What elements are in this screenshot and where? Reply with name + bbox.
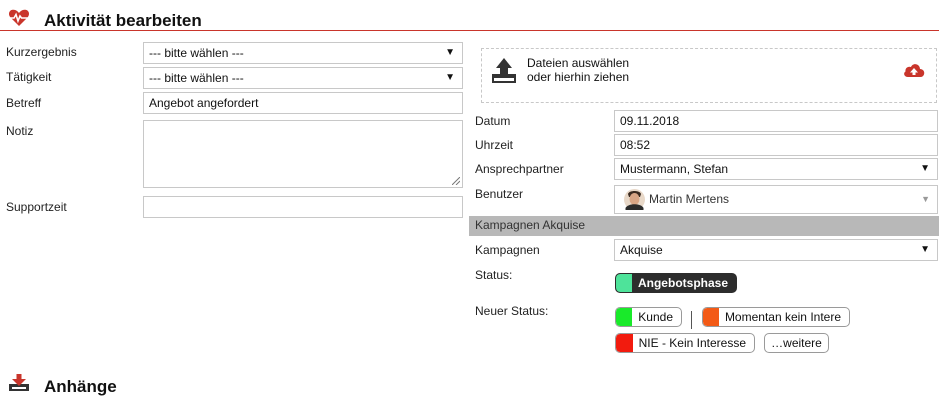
- datum-label: Datum: [475, 114, 511, 128]
- avatar: [624, 189, 645, 210]
- resize-handle-icon[interactable]: [452, 177, 460, 185]
- page-title: Aktivität bearbeiten: [44, 11, 202, 30]
- chevron-down-icon: ▼: [920, 163, 930, 174]
- status-badge: Angebotsphase: [615, 273, 737, 293]
- status-label: Status:: [475, 268, 513, 282]
- notiz-label: Notiz: [6, 124, 34, 138]
- betreff-input[interactable]: Angebot angefordert: [143, 92, 463, 114]
- betreff-label: Betreff: [6, 96, 42, 110]
- kampagnen-label: Kampagnen: [475, 243, 540, 257]
- benutzer-label: Benutzer: [475, 187, 524, 201]
- dropzone-line1: Dateien auswählen: [527, 56, 630, 70]
- supportzeit-input[interactable]: [143, 196, 463, 218]
- benutzer-value: Martin Mertens: [649, 192, 730, 206]
- download-tray-icon: [9, 374, 29, 391]
- dropzone-text: Dateien auswählen oder hierhin ziehen: [527, 56, 629, 84]
- status-color-swatch: [616, 334, 633, 352]
- neuer-status-label: Neuer Status:: [475, 304, 549, 318]
- upload-icon: [492, 58, 516, 83]
- status-option-momentan-kein-interesse[interactable]: Momentan kein Intere: [702, 307, 850, 327]
- header-divider: [0, 30, 939, 31]
- taetigkeit-value: --- bitte wählen ---: [149, 71, 244, 85]
- uhrzeit-label: Uhrzeit: [475, 138, 514, 152]
- kurzergebnis-select[interactable]: --- bitte wählen --- ▼: [143, 42, 463, 64]
- uhrzeit-input[interactable]: 08:52: [614, 134, 938, 156]
- chevron-down-icon: ▼: [445, 72, 455, 83]
- more-status-label: …weitere: [771, 336, 822, 350]
- kurzergebnis-value: --- bitte wählen ---: [149, 46, 244, 60]
- taetigkeit-select[interactable]: --- bitte wählen --- ▼: [143, 67, 463, 89]
- chevron-down-icon: ▼: [921, 194, 930, 204]
- dropzone-line2: oder hierhin ziehen: [527, 70, 630, 84]
- heartbeat-icon: [8, 9, 30, 26]
- status-value: Angebotsphase: [637, 276, 728, 290]
- ansprechpartner-label: Ansprechpartner: [475, 162, 564, 176]
- more-status-button[interactable]: …weitere: [764, 333, 829, 353]
- supportzeit-label: Supportzeit: [6, 200, 67, 214]
- attachments-title: Anhänge: [44, 377, 117, 396]
- kampagnen-section-header: Kampagnen Akquise: [469, 216, 939, 236]
- file-dropzone[interactable]: Dateien auswählen oder hierhin ziehen: [481, 48, 937, 103]
- status-option-kunde[interactable]: Kunde: [615, 307, 682, 327]
- kurzergebnis-label: Kurzergebnis: [6, 45, 77, 59]
- header-icon: [8, 9, 30, 27]
- status-color-swatch: [703, 308, 719, 326]
- status-option-label: Kunde: [638, 310, 673, 324]
- status-color-swatch: [616, 274, 632, 292]
- cloud-upload-icon[interactable]: [903, 62, 925, 78]
- benutzer-select[interactable]: Martin Mertens ▼: [614, 185, 938, 214]
- kampagnen-value: Akquise: [620, 243, 663, 257]
- datum-input[interactable]: 09.11.2018: [614, 110, 938, 132]
- status-option-label: NIE - Kein Interesse: [638, 336, 746, 350]
- chevron-down-icon: ▼: [920, 244, 930, 255]
- ansprechpartner-value: Mustermann, Stefan: [620, 162, 729, 176]
- chevron-down-icon: ▼: [445, 47, 455, 58]
- ansprechpartner-select[interactable]: Mustermann, Stefan ▼: [614, 158, 938, 180]
- kampagnen-select[interactable]: Akquise ▼: [614, 239, 938, 261]
- status-option-label: Momentan kein Intere: [724, 310, 841, 324]
- taetigkeit-label: Tätigkeit: [6, 70, 52, 84]
- status-color-swatch: [616, 308, 633, 326]
- status-option-nie-kein-interesse[interactable]: NIE - Kein Interesse: [615, 333, 755, 353]
- status-option-divider: [691, 311, 692, 329]
- notiz-textarea[interactable]: [143, 120, 463, 188]
